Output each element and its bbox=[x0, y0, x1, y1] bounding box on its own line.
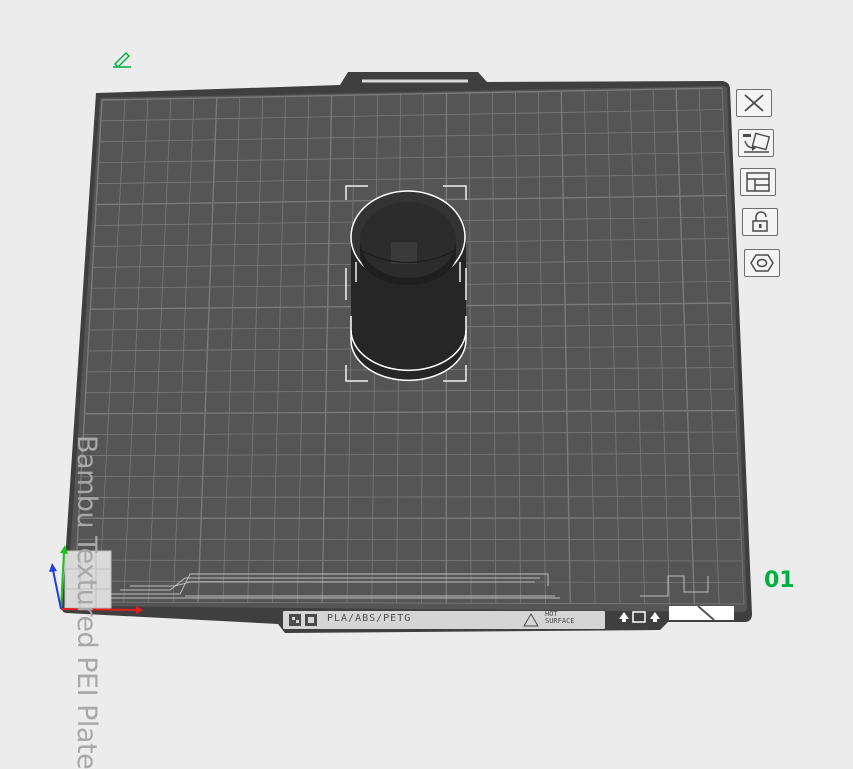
plate-info-label: PLA/ABS/PETG HOT SURFACE bbox=[283, 611, 605, 629]
plate-type-label: Bambu Textured PEI Plate bbox=[71, 435, 102, 769]
pencil-icon[interactable] bbox=[113, 53, 131, 67]
hexagon-nut-icon bbox=[750, 252, 774, 274]
plate-label-icons bbox=[287, 611, 323, 629]
arrange-button[interactable] bbox=[740, 168, 776, 196]
plate-corner-tab bbox=[669, 606, 734, 620]
viewport-3d[interactable]: Bambu Textured PEI Plate PLA/ABS/PETG HO… bbox=[0, 0, 853, 669]
auto-orient-icon bbox=[741, 132, 771, 154]
unlock-icon bbox=[749, 211, 771, 233]
scene bbox=[0, 0, 853, 669]
surface-label: SURFACE bbox=[545, 618, 575, 625]
model-cylinder[interactable] bbox=[351, 191, 466, 380]
close-plate-button[interactable] bbox=[736, 89, 772, 117]
close-icon bbox=[743, 94, 765, 112]
auto-orient-button[interactable] bbox=[738, 129, 774, 157]
layout-icon bbox=[745, 171, 771, 193]
warning-icon bbox=[523, 613, 539, 627]
filament-compat-label: PLA/ABS/PETG bbox=[327, 613, 411, 624]
plate-number[interactable]: 01 bbox=[764, 568, 795, 593]
lock-button[interactable] bbox=[742, 208, 778, 236]
plate-settings-button[interactable] bbox=[744, 249, 780, 277]
